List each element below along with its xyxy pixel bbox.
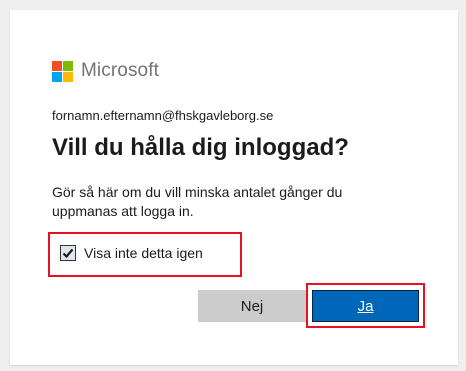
microsoft-logo: Microsoft xyxy=(52,60,159,82)
microsoft-logo-text: Microsoft xyxy=(81,60,159,81)
checkmark-icon xyxy=(62,248,74,259)
yes-button[interactable]: Ja xyxy=(312,290,419,322)
dont-show-again-checkbox-row[interactable]: Visa inte detta igen xyxy=(60,245,203,261)
page: Microsoft fornamn.efternamn@fhskgavlebor… xyxy=(0,0,466,371)
dialog-description: Gör så här om du vill minska antalet gån… xyxy=(52,184,343,219)
microsoft-logo-icon xyxy=(52,60,73,82)
no-button[interactable]: Nej xyxy=(198,290,306,322)
account-email: fornamn.efternamn@fhskgavleborg.se xyxy=(52,108,274,123)
dont-show-again-checkbox[interactable] xyxy=(60,245,76,261)
page-title: Vill du hålla dig inloggad? xyxy=(52,134,349,161)
dont-show-again-label[interactable]: Visa inte detta igen xyxy=(84,245,203,261)
